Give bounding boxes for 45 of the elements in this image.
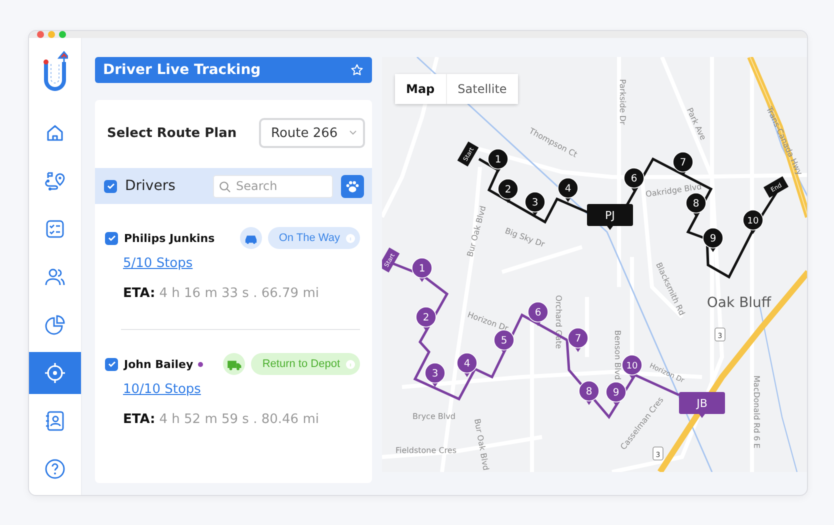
minimize-dot[interactable] [48, 31, 55, 38]
checkmark-icon [106, 359, 116, 369]
street-label: MacDonald Rd 6 E [752, 376, 761, 448]
street-label: Bryce Blvd [412, 412, 456, 421]
route-plan-label: Select Route Plan [107, 126, 237, 140]
help-icon [43, 457, 67, 481]
info-icon [346, 360, 355, 368]
street-label: Bur Oak Blvd [465, 204, 488, 258]
page-title: Driver Live Tracking [103, 62, 261, 78]
drivers-label: Drivers [125, 178, 176, 194]
maximize-dot[interactable] [59, 31, 66, 38]
star-icon[interactable] [350, 63, 364, 77]
checkmark-icon [106, 233, 116, 243]
street-label: Fieldstone Cres [396, 446, 456, 455]
driver-checkbox[interactable] [105, 358, 118, 370]
driver-name: John Bailey [124, 358, 194, 370]
pie-chart-icon [43, 313, 67, 337]
search-field[interactable]: Search [213, 174, 333, 198]
street-label: Big Sky Dr [504, 226, 546, 249]
search-icon [219, 180, 231, 192]
close-dot[interactable] [37, 31, 44, 38]
select-all-checkbox[interactable] [104, 180, 117, 192]
town-label: Oak Bluff [706, 295, 772, 311]
driver-checkbox[interactable] [105, 232, 118, 244]
street-label: Park Ave [684, 106, 708, 142]
street-label: Parkside Dr [618, 79, 627, 125]
contact-book-icon [43, 409, 67, 433]
caret-icon [349, 130, 357, 136]
paw-button[interactable] [341, 174, 364, 198]
logo-icon [42, 50, 68, 94]
stops-link[interactable]: 10/10 Stops [123, 382, 201, 397]
map-type-tab[interactable]: Map [395, 74, 446, 104]
info-icon [346, 234, 355, 242]
paw-icon [345, 178, 360, 194]
route-plan-select[interactable]: Route 266 [259, 118, 365, 148]
street-label: Bur Oak Blvd [472, 418, 490, 472]
stops-link[interactable]: 5/10 Stops [123, 256, 193, 271]
nav-item[interactable] [29, 352, 81, 394]
map-type-tab[interactable]: Satellite [446, 74, 518, 104]
eta-text: ETA: 4 h 52 m 59 s . 80.46 mi [123, 412, 320, 427]
street-label: Benson Blvd [613, 330, 622, 380]
checkmark-icon [106, 181, 116, 191]
driver-name: Philips Junkins [124, 232, 215, 244]
crosshair-icon [43, 361, 67, 385]
eta-text: ETA: 4 h 16 m 33 s . 66.79 mi [123, 286, 320, 301]
